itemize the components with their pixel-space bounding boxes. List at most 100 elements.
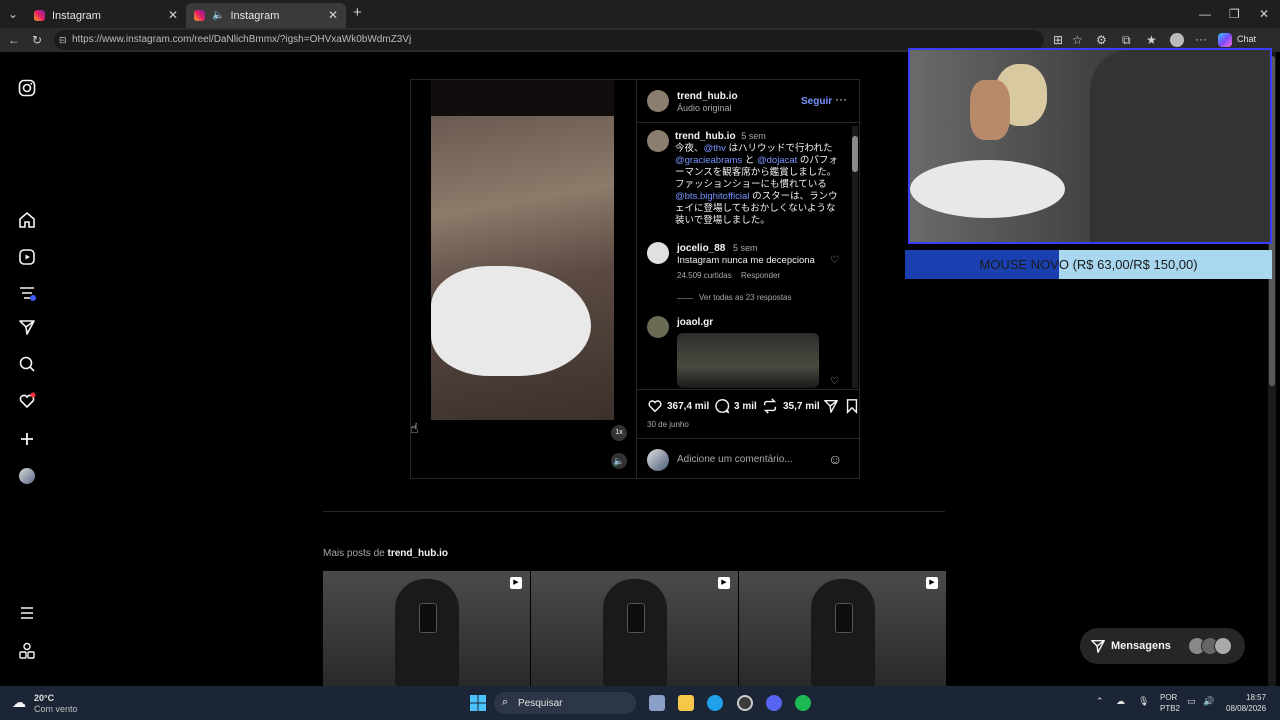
caption-segment: 今夜、 (675, 143, 704, 154)
url-field[interactable]: ⊟ https://www.instagram.com/reel/DaNlich… (54, 30, 1044, 50)
reply-button[interactable]: Responder (741, 271, 780, 280)
mute-speaker-icon[interactable]: 🔈 (611, 453, 627, 469)
edge-browser-icon[interactable] (707, 695, 723, 711)
goal-banner: MOUSE NOVO (R$ 63,00/R$ 150,00) (905, 250, 1272, 279)
comment-input[interactable]: Adicione um comentário... (677, 454, 793, 465)
caption-mention-link[interactable]: @dojacat (757, 155, 797, 166)
reels-icon[interactable] (18, 248, 36, 266)
more-post-thumbnail-3[interactable]: ▶ (739, 571, 946, 686)
tray-cloud-icon[interactable]: ☁ (1116, 696, 1125, 707)
messages-button[interactable]: Mensagens (1080, 628, 1245, 664)
weather-icon[interactable]: ☁ (12, 694, 26, 711)
file-explorer-icon[interactable] (678, 695, 694, 711)
comment-avatar[interactable] (647, 242, 669, 264)
comment-like-heart-icon[interactable]: ♡ (830, 255, 839, 266)
task-view-icon[interactable] (649, 695, 665, 711)
copilot-icon[interactable] (1218, 33, 1232, 47)
windows-start-icon[interactable] (470, 695, 486, 711)
favorite-star-icon[interactable]: ☆ (1072, 33, 1083, 47)
comment2-username[interactable]: joaol.gr (677, 317, 713, 328)
comment-like-count[interactable]: 24.509 curtidas (677, 271, 732, 280)
maximize-icon[interactable]: ❐ (1229, 7, 1240, 21)
more-post-thumbnail-1[interactable]: ▶ (323, 571, 530, 686)
close-tab-icon[interactable]: ✕ (328, 8, 338, 22)
speaker-icon[interactable]: 🔈 (212, 10, 224, 21)
caption-mention-link[interactable]: @bts.bighitofficial (675, 191, 749, 202)
caption-mention-link[interactable]: @gracieabrams (675, 155, 742, 166)
playback-speed-button[interactable]: 1x (611, 425, 627, 441)
new-tab-plus-icon[interactable]: + (353, 5, 362, 20)
direct-send-icon[interactable] (18, 318, 36, 336)
create-plus-icon[interactable] (18, 430, 36, 448)
close-tab-icon[interactable]: ✕ (168, 8, 178, 22)
profile-avatar[interactable] (1170, 33, 1184, 47)
minimize-icon[interactable]: — (1199, 7, 1211, 21)
comment2-avatar[interactable] (647, 316, 669, 338)
follow-button[interactable]: Seguir (801, 96, 832, 107)
obs-icon[interactable] (737, 695, 753, 711)
favorites-icon[interactable]: ★ (1146, 33, 1157, 47)
caption-username[interactable]: trend_hub.io (675, 131, 736, 142)
save-bookmark-icon[interactable] (845, 398, 859, 419)
instagram-logo-icon[interactable] (18, 79, 36, 97)
keyboard-layout[interactable]: PTB2 (1160, 704, 1180, 713)
weather-temp[interactable]: 20°C (34, 693, 54, 703)
notifications-heart-icon[interactable] (18, 392, 36, 410)
caption-author-avatar[interactable] (647, 130, 669, 152)
like-count[interactable]: 367,4 mil (667, 401, 709, 412)
close-window-icon[interactable]: ✕ (1259, 7, 1269, 21)
reload-icon[interactable]: ↻ (32, 33, 42, 47)
comment2-image[interactable] (677, 333, 819, 388)
profile-avatar-icon[interactable] (18, 467, 36, 485)
language-code[interactable]: POR (1160, 693, 1177, 702)
author-avatar[interactable] (647, 90, 669, 112)
search-icon[interactable] (18, 355, 36, 373)
home-icon[interactable] (18, 211, 36, 229)
emoji-picker-icon[interactable]: ☺ (828, 451, 842, 467)
view-replies-button[interactable]: Ver todas as 23 respostas (699, 293, 792, 302)
comment-count[interactable]: 3 mil (734, 401, 757, 412)
spotify-icon[interactable] (795, 695, 811, 711)
clock-date[interactable]: 08/08/2026 (1226, 704, 1266, 713)
comments-scrollbar[interactable] (852, 126, 858, 388)
tab-instagram-1[interactable]: Instagram ✕ (26, 3, 186, 28)
back-arrow-icon[interactable]: ← (8, 33, 20, 47)
extensions-icon[interactable]: ⚙ (1096, 33, 1107, 47)
clock-time[interactable]: 18:57 (1246, 693, 1266, 702)
audio-label[interactable]: Áudio original (677, 103, 732, 113)
actions-divider (637, 389, 861, 390)
split-screen-icon[interactable]: ⧉ (1122, 33, 1131, 47)
author-username[interactable]: trend_hub.io (677, 91, 738, 102)
repost-count[interactable]: 35,7 mil (783, 401, 820, 412)
repost-icon[interactable] (762, 398, 778, 419)
tray-chevron-icon[interactable]: ⌃ (1096, 696, 1104, 707)
tab-instagram-2[interactable]: 🔈 Instagram ✕ (186, 3, 346, 28)
also-from-meta-icon[interactable] (18, 642, 36, 660)
chat-label[interactable]: Chat (1237, 34, 1256, 44)
taskbar-search[interactable]: ⌕ Pesquisar (494, 692, 636, 714)
app-available-icon[interactable]: ⊞ (1053, 33, 1063, 47)
reel-video[interactable]: 1x 🔈 (411, 80, 636, 478)
tab-actions-chevron-icon[interactable]: ⌄ (8, 7, 18, 21)
comment-username[interactable]: jocelio_88 (677, 243, 725, 254)
comment2-like-heart-icon[interactable]: ♡ (830, 376, 839, 387)
feed-menu-icon[interactable] (18, 284, 36, 302)
more-posts-username[interactable]: trend_hub.io (387, 548, 448, 559)
discord-icon[interactable] (766, 695, 782, 711)
site-info-icon[interactable]: ⊟ (59, 30, 67, 50)
like-heart-icon[interactable] (647, 398, 663, 419)
share-send-icon[interactable] (823, 398, 839, 419)
tray-microphone-icon[interactable]: 🎙 (1138, 696, 1149, 707)
network-icon[interactable]: ▭ (1187, 696, 1196, 707)
more-posts-prefix: Mais posts de (323, 548, 385, 559)
more-post-thumbnail-2[interactable]: ▶ (531, 571, 738, 686)
caption-mention-link[interactable]: @thv (704, 143, 726, 154)
comment-bubble-icon[interactable] (714, 398, 730, 419)
more-menu-icon[interactable]: ··· (1195, 32, 1207, 46)
more-hamburger-icon[interactable] (18, 604, 36, 622)
comments-scroll-area[interactable]: trend_hub.io 5 sem 今夜、@thv はハリウッドで行われた @… (637, 123, 861, 388)
tab-label: Instagram (230, 9, 280, 22)
volume-icon[interactable]: 🔊 (1203, 696, 1214, 707)
options-ellipsis-icon[interactable]: ··· (835, 92, 847, 106)
weather-desc[interactable]: Com vento (34, 704, 78, 714)
